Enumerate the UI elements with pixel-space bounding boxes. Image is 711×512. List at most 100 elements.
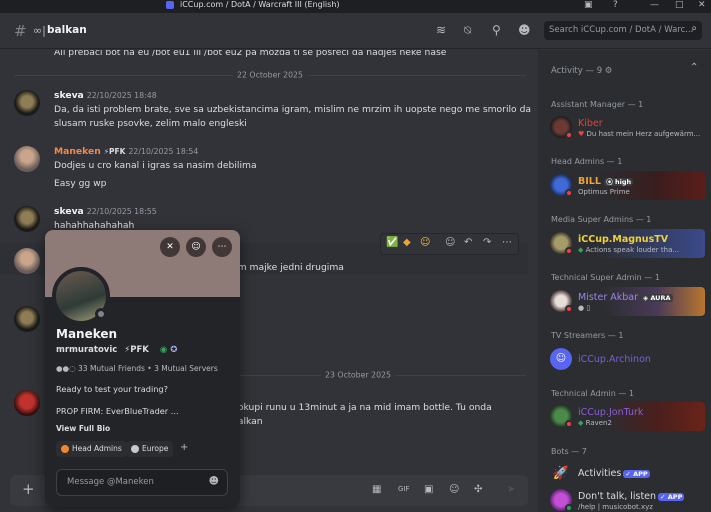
member-item[interactable]: 🚀 Activities ✓ APP [547, 460, 705, 489]
avatar[interactable] [14, 306, 40, 332]
date-divider: 22 October 2025 [14, 70, 526, 80]
clan-tag: ⚡PFK [124, 345, 149, 355]
section-title: Technical Super Admin — 1 [551, 273, 660, 282]
add-role-icon[interactable]: + [180, 442, 188, 453]
wrench-icon[interactable]: ✕ [160, 237, 180, 257]
section-title: Media Super Admins — 1 [551, 215, 652, 224]
reaction-laugh-icon[interactable]: ☺ [420, 237, 430, 248]
member-name: iCCup.Archinon [578, 354, 651, 365]
discord-default-avatar: ☺ [550, 348, 572, 370]
member-item[interactable]: iCCup.MagnusTV ◆ Actions speak louder th… [547, 229, 705, 258]
add-attachment-icon[interactable]: + [22, 480, 35, 498]
member-status: ◆ Raven2 [578, 419, 612, 427]
activity-header[interactable]: Activity — 9 ⚙ [551, 66, 612, 76]
collapse-icon[interactable]: ⌃ [690, 62, 698, 73]
profile-username: mrmuratovic ⚡PFK ◉ ✪ [56, 345, 178, 355]
avatar[interactable] [14, 390, 40, 416]
member-item[interactable]: Mister Akbar ◈ AURA ● ▯ [547, 287, 705, 316]
mutual-info[interactable]: ●●◌ 33 Mutual Friends • 3 Mutual Servers [56, 364, 218, 373]
sticker-icon[interactable]: ▣ [424, 484, 433, 495]
gift-icon[interactable]: ▦ [372, 484, 381, 495]
member-name: Activities ✓ APP [578, 468, 650, 479]
more-options-icon[interactable]: ⋯ [502, 237, 512, 248]
avatar[interactable] [14, 146, 40, 172]
message-actions-toolbar: ✅ ◆ ☺ ☺ ↶ ↷ ⋯ [380, 233, 519, 255]
avatar[interactable] [14, 248, 40, 274]
reaction-emoji-icon[interactable]: ◆ [403, 237, 411, 248]
bio-text: Ready to test your trading? [56, 384, 168, 394]
dnd-status-icon [565, 131, 573, 139]
emoji-icon[interactable]: ☺ [449, 484, 459, 495]
role-tag[interactable]: Head Admins [56, 441, 127, 457]
avatar[interactable] [14, 206, 40, 232]
message-text: Easy gg wp [54, 178, 107, 189]
dnd-status-icon [565, 189, 573, 197]
rocket-icon: 🚀 [552, 466, 570, 481]
member-item[interactable]: BILL ⦿ high Optimus Prime [547, 171, 705, 200]
offline-status-icon [95, 308, 107, 320]
message-text: Da, da isti problem brate, sve sa uzbeki… [54, 104, 532, 115]
member-name: Don't talk, listen ✓ APP [578, 491, 685, 502]
mutual-avatars-icon: ●●◌ [56, 364, 79, 373]
date-divider: 23 October 2025 [190, 370, 526, 380]
member-name: Mister Akbar ◈ AURA [578, 292, 673, 303]
member-list-icon[interactable]: ☻ [518, 23, 531, 37]
role-color-dot [131, 445, 139, 453]
help-icon[interactable]: ? [613, 0, 618, 10]
section-title: Assistant Manager — 1 [551, 100, 644, 109]
member-name: Kiber [578, 118, 603, 129]
clan-tag: ⦿ high [604, 178, 634, 186]
channel-type-icon: ∞| [33, 24, 46, 37]
profile-display-name: Maneken [56, 327, 118, 341]
profile-popup: ✕ ☺ ⋯ Maneken mrmuratovic ⚡PFK ◉ ✪ ●●◌ 3… [45, 230, 240, 507]
member-item[interactable]: Kiber ♥ Du hast mein Herz aufgewärm... [547, 113, 705, 142]
more-options-icon[interactable]: ⋯ [212, 237, 232, 257]
notifications-off-icon[interactable]: ⍉ [464, 23, 471, 38]
member-name: iCCup.JonTurk [578, 407, 644, 418]
member-status: Optimus Prime [578, 188, 630, 196]
view-full-bio-link[interactable]: View Full Bio [56, 424, 110, 433]
gif-icon[interactable]: GIF [398, 485, 410, 493]
member-status: ◆ Actions speak louder tha... [578, 246, 680, 254]
direct-message-input[interactable]: Message @Maneken ☻ [56, 469, 228, 496]
app-badge: ✓ APP [623, 470, 650, 478]
member-item[interactable]: Don't talk, listen ✓ APP /help | musicobo… [547, 486, 705, 512]
message-text: Dodjes u cro kanal i igras sa nasim debi… [54, 160, 257, 171]
message-timestamp: 22/10/2025 18:54 [128, 147, 199, 156]
member-item[interactable]: ☺ iCCup.Archinon [547, 345, 705, 374]
maximize-icon[interactable]: □ [675, 0, 684, 10]
window-title: iCCup.com / DotA / Warcraft III (English… [180, 0, 340, 9]
message-text: am majke jedni drugima [232, 262, 344, 273]
dnd-status-icon [565, 247, 573, 255]
apps-icon[interactable]: ✣ [474, 484, 482, 495]
app-badge: ✓ APP [658, 493, 685, 501]
member-item[interactable]: iCCup.JonTurk ◆ Raven2 [547, 402, 705, 431]
inbox-icon[interactable]: ▣ [584, 0, 593, 10]
reply-icon[interactable]: ↶ [464, 237, 472, 248]
threads-icon[interactable]: ≋ [436, 23, 446, 37]
message-author[interactable]: Maneken ⚡PFK 22/10/2025 18:54 [54, 146, 198, 157]
pin-icon[interactable]: ⚲ [492, 23, 501, 37]
bio-text: PROP FIRM: EverBlueTrader ... [56, 406, 179, 416]
message-timestamp: 22/10/2025 18:55 [86, 207, 157, 216]
message-author[interactable]: skeva 22/10/2025 18:48 [54, 90, 157, 101]
role-tag[interactable]: Europe [126, 441, 174, 457]
reaction-check-icon[interactable]: ✅ [386, 237, 398, 248]
send-icon[interactable]: ➤ [507, 484, 515, 495]
channel-header: # ∞| balkan ≋ ⍉ ⚲ ☻ Search iCCup.com / D… [0, 13, 711, 49]
add-reaction-icon[interactable]: ☺ [445, 237, 455, 248]
add-friend-icon[interactable]: ☺ [186, 237, 206, 257]
forward-icon[interactable]: ↷ [483, 237, 491, 248]
close-icon[interactable]: ✕ [698, 0, 706, 10]
message-timestamp: 22/10/2025 18:48 [86, 91, 157, 100]
emoji-icon[interactable]: ☻ [209, 476, 219, 487]
hash-icon: # [14, 22, 27, 40]
search-input[interactable]: Search iCCup.com / DotA / Warc... ⌕ [544, 21, 702, 40]
message-author[interactable]: skeva 22/10/2025 18:55 [54, 206, 157, 217]
member-name: iCCup.MagnusTV [578, 234, 669, 245]
boost-badge-icon: ✪ [170, 345, 178, 355]
minimize-icon[interactable]: — [650, 0, 659, 10]
avatar[interactable] [14, 90, 40, 116]
section-title: Bots — 7 [551, 447, 587, 456]
title-bar: iCCup.com / DotA / Warcraft III (English… [0, 0, 711, 13]
